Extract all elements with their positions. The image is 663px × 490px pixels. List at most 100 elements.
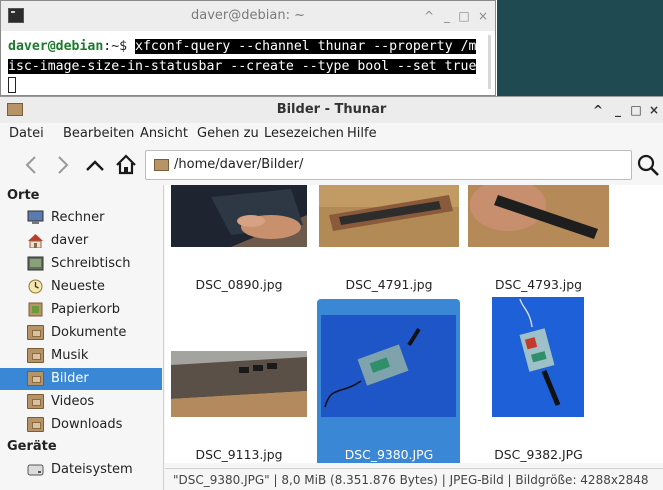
menu-hilfe[interactable]: Hilfe xyxy=(347,126,377,141)
sidebar-item-videos[interactable]: Videos xyxy=(0,391,162,413)
sidebar-item-papierkorb[interactable]: Papierkorb xyxy=(0,299,162,321)
sidebar-item-label: Downloads xyxy=(51,417,123,432)
sidebar-item-label: Neueste xyxy=(51,279,105,294)
thumbnail-image xyxy=(171,185,307,247)
sidebar-item-musik[interactable]: Musik xyxy=(0,345,162,367)
toolbar: /home/daver/Bilder/ xyxy=(0,145,663,185)
folder-icon xyxy=(27,394,44,409)
search-icon xyxy=(637,154,659,176)
sidebar-heading-devices: Geräte xyxy=(7,439,57,454)
thunar-window[interactable]: Bilder - Thunar ^ _ □ × Datei Bearbeiten… xyxy=(0,96,663,490)
home-button[interactable] xyxy=(113,151,139,179)
terminal-shade-button[interactable]: ^ xyxy=(421,7,437,25)
thunar-titlebar[interactable]: Bilder - Thunar ^ _ □ × xyxy=(0,97,663,123)
sidebar-item-downloads[interactable]: Downloads xyxy=(0,414,162,436)
sidebar-item-label: Schreibtisch xyxy=(51,256,131,271)
terminal-command-line-2: isc-image-size-in-statusbar --create --t… xyxy=(8,57,477,77)
folder-icon xyxy=(27,348,44,363)
computer-icon xyxy=(27,210,44,224)
folder-icon xyxy=(27,417,44,432)
thumbnail-image xyxy=(492,297,584,417)
file-grid[interactable]: DSC_0890.jpg DSC_4791.jpg DSC_4793.jpg D… xyxy=(165,185,663,463)
terminal-close-button[interactable]: × xyxy=(475,7,491,25)
command-text-2: isc-image-size-in-statusbar --create --t… xyxy=(8,59,477,74)
home-icon xyxy=(116,154,136,175)
home-icon xyxy=(28,234,43,248)
terminal-scrollbar[interactable] xyxy=(488,35,491,89)
file-thumbnail[interactable] xyxy=(319,185,459,247)
terminal-output[interactable]: daver@debian:~$ xfconf-query --channel t… xyxy=(1,31,495,95)
recent-icon xyxy=(28,279,43,294)
status-bar: "DSC_9380.JPG" | 8,0 MiB (8.351.876 Byte… xyxy=(165,468,663,490)
menu-gehen-zu[interactable]: Gehen zu xyxy=(197,126,259,141)
prompt-user: daver@debian xyxy=(8,39,104,54)
drive-icon xyxy=(27,464,44,476)
folder-icon xyxy=(154,159,169,171)
file-thumbnail[interactable] xyxy=(492,297,584,417)
file-name: DSC_9382.JPG xyxy=(494,447,583,462)
search-button[interactable] xyxy=(636,153,660,177)
terminal-maximize-button[interactable]: □ xyxy=(456,7,472,25)
sidebar-heading-places: Orte xyxy=(7,188,40,203)
sidebar: Orte Rechner daver Schreibtisch Neueste … xyxy=(0,185,164,490)
command-text-1: xfconf-query --channel thunar --property… xyxy=(135,39,477,54)
file-thumbnail[interactable] xyxy=(171,351,307,417)
file-thumbnail[interactable] xyxy=(468,185,609,247)
location-path: /home/daver/Bilder/ xyxy=(174,157,304,172)
file-name: DSC_0890.jpg xyxy=(195,277,283,292)
status-text: "DSC_9380.JPG" | 8,0 MiB (8.351.876 Byte… xyxy=(173,473,649,487)
sidebar-item-label: Dateisystem xyxy=(51,462,133,477)
location-bar[interactable]: /home/daver/Bilder/ xyxy=(145,150,632,180)
thumbnail-image xyxy=(319,185,459,247)
trash-icon xyxy=(28,302,43,317)
sidebar-item-label: Papierkorb xyxy=(51,302,121,317)
menu-ansicht[interactable]: Ansicht xyxy=(140,126,188,141)
thunar-shade-button[interactable]: ^ xyxy=(590,101,606,119)
parent-folder-button[interactable] xyxy=(82,151,108,179)
sidebar-item-label: Rechner xyxy=(51,210,105,225)
thumbnail-image xyxy=(171,351,307,417)
sidebar-item-label: Musik xyxy=(51,348,89,363)
file-thumbnail[interactable] xyxy=(321,315,456,417)
prompt-suffix: :~$ xyxy=(103,39,136,54)
thumbnail-image xyxy=(468,185,609,247)
sidebar-item-label: Bilder xyxy=(51,371,89,386)
forward-button[interactable] xyxy=(50,151,76,179)
file-name: DSC_4793.jpg xyxy=(495,277,582,292)
thunar-maximize-button[interactable]: □ xyxy=(628,101,644,119)
terminal-cursor xyxy=(8,77,16,93)
sidebar-item-dokumente[interactable]: Dokumente xyxy=(0,322,162,344)
arrow-left-icon xyxy=(25,156,36,174)
file-name: DSC_4791.jpg xyxy=(345,277,433,292)
sidebar-item-label: Videos xyxy=(51,394,95,409)
file-name: DSC_9113.jpg xyxy=(195,447,283,462)
menu-lesezeichen[interactable]: Lesezeichen xyxy=(264,126,344,141)
thunar-minimize-button[interactable]: _ xyxy=(610,101,626,119)
thunar-title: Bilder - Thunar xyxy=(276,102,387,117)
sidebar-item-dateisystem[interactable]: Dateisystem xyxy=(0,459,162,481)
sidebar-item-daver[interactable]: daver xyxy=(0,230,162,252)
terminal-minimize-button[interactable]: _ xyxy=(439,7,455,25)
folder-icon xyxy=(27,371,44,386)
menu-bearbeiten[interactable]: Bearbeiten xyxy=(63,126,134,141)
sidebar-item-label: Dokumente xyxy=(51,325,127,340)
sidebar-item-neueste[interactable]: Neueste xyxy=(0,276,162,298)
terminal-command-line-1: daver@debian:~$ xfconf-query --channel t… xyxy=(8,37,477,57)
desktop-background xyxy=(497,0,663,96)
desktop-icon xyxy=(27,256,44,271)
file-name: DSC_9380.JPG xyxy=(344,447,434,462)
terminal-titlebar[interactable]: daver@debian: ~ ^ _ □ × xyxy=(1,1,495,31)
terminal-window[interactable]: daver@debian: ~ ^ _ □ × daver@debian:~$ … xyxy=(0,0,496,96)
thumbnail-image xyxy=(321,315,456,417)
thunar-close-button[interactable]: × xyxy=(646,101,662,119)
menu-datei[interactable]: Datei xyxy=(9,126,44,141)
arrow-up-icon xyxy=(86,160,104,171)
sidebar-item-bilder[interactable]: Bilder xyxy=(0,368,162,390)
screen: daver@debian: ~ ^ _ □ × daver@debian:~$ … xyxy=(0,0,663,490)
menu-bar: Datei Bearbeiten Ansicht Gehen zu Leseze… xyxy=(0,123,663,145)
sidebar-item-label: daver xyxy=(51,233,89,248)
sidebar-item-schreibtisch[interactable]: Schreibtisch xyxy=(0,253,162,275)
back-button[interactable] xyxy=(18,151,44,179)
sidebar-item-rechner[interactable]: Rechner xyxy=(0,207,162,229)
file-thumbnail[interactable] xyxy=(171,185,307,247)
